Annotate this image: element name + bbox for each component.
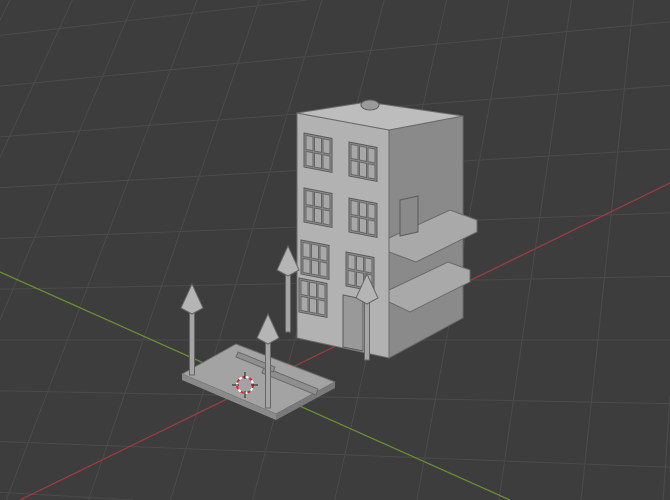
window-pane (302, 257, 311, 275)
window-pane (364, 257, 373, 274)
grid-line (0, 0, 136, 321)
window-pane (314, 136, 322, 153)
window-pane (314, 207, 322, 224)
lamp-pole (189, 309, 195, 376)
window-pane (305, 189, 314, 207)
window (303, 187, 333, 229)
window (303, 132, 333, 174)
window-pane (350, 159, 359, 177)
window-pane (359, 201, 367, 218)
window-pane (319, 245, 328, 262)
window-pane (314, 191, 322, 208)
window (348, 141, 378, 183)
lamp-pole (265, 339, 271, 409)
window-pane (367, 203, 376, 220)
lamp-pole (364, 299, 370, 361)
lamp-cone (256, 312, 280, 345)
window-pane (367, 147, 376, 164)
grid-line (0, 0, 11, 21)
window-pane (359, 161, 367, 178)
sidewalk-plate-top (180, 343, 337, 415)
window-pane (367, 163, 376, 180)
grid-line (0, 21, 670, 87)
window-pane (367, 219, 376, 236)
window-pane (300, 295, 309, 313)
window-pane (347, 253, 356, 271)
grid-line (5, 0, 198, 500)
window-pane (314, 152, 322, 169)
window-pane (322, 138, 331, 155)
window-pane (311, 259, 319, 276)
window-pane (305, 205, 314, 223)
window-pane (317, 283, 326, 300)
grid-line (0, 491, 134, 500)
window (348, 197, 378, 239)
window-pane (319, 261, 328, 278)
window-pane (350, 143, 359, 161)
grid-line (0, 390, 670, 405)
grid-line (0, 0, 307, 36)
window-pane (347, 269, 356, 287)
window-pane (309, 297, 317, 314)
grid-line (498, 0, 572, 500)
window-pane (317, 299, 326, 316)
window-pane (309, 281, 317, 298)
window-pane (305, 134, 314, 152)
grid-line (662, 395, 670, 500)
window-pane (322, 209, 331, 226)
window-pane (311, 243, 319, 260)
viewport-canvas[interactable] (0, 0, 670, 500)
side-door (399, 195, 419, 237)
window-pane (350, 199, 359, 217)
window-pane (322, 193, 331, 210)
3d-viewport[interactable] (0, 0, 670, 500)
front-door (342, 294, 364, 352)
lamp-cone (276, 244, 300, 277)
window-pane (300, 279, 309, 297)
window-pane (356, 255, 364, 272)
roof-vent (360, 99, 380, 111)
window (300, 239, 330, 281)
lamp-pole (285, 271, 291, 333)
window-pane (322, 154, 331, 171)
window-pane (359, 145, 367, 162)
lamp-cone (180, 282, 204, 315)
window-pane (305, 150, 314, 168)
window-pane (359, 217, 367, 234)
grid-line (0, 0, 73, 158)
window-pane (302, 241, 311, 259)
window-pane (350, 215, 359, 233)
building-model[interactable] (180, 99, 478, 420)
window (298, 277, 328, 319)
grid-line (580, 0, 635, 500)
